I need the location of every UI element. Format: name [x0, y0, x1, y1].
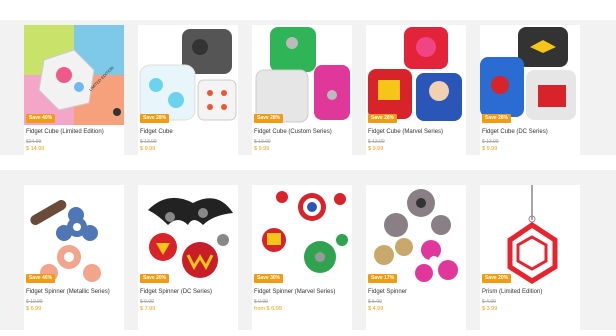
product-card-fidget-cube-marvel[interactable]: Save 28% Fidget Cube (Marvel Series) $ 1…: [366, 25, 466, 165]
sale-price: $ 7.99: [140, 306, 156, 312]
product-card-fidget-cube-custom[interactable]: Save 28% Fidget Cube (Custom Series) $ 1…: [252, 25, 352, 165]
discount-badge: Save 46%: [26, 274, 56, 283]
product-card-fidget-cube-limited[interactable]: LIMITED EDITION Save 40% Fidget Cube (Li…: [24, 25, 124, 165]
original-price: $ 13.99: [482, 139, 499, 145]
product-card-spinner-metallic[interactable]: Save 46% Fidget Spinner (Metallic Series…: [24, 185, 124, 330]
original-price: $ 9.99: [140, 299, 154, 305]
discount-badge: Save 28%: [368, 114, 398, 123]
discount-badge: Save 28%: [482, 114, 512, 123]
original-price: $24.99: [26, 139, 42, 145]
product-image: [252, 185, 352, 285]
product-card-spinner[interactable]: Save 17% Fidget Spinner $ 5.99 $ 4.99: [366, 185, 466, 330]
original-price: $ 9.99: [254, 299, 268, 305]
discount-badge: Save 20%: [482, 274, 512, 283]
product-image: [366, 185, 466, 285]
product-title[interactable]: Fidget Cube (Custom Series): [254, 129, 332, 135]
product-card-fidget-cube-dc[interactable]: Save 28% Fidget Cube (DC Series) $ 13.99…: [480, 25, 580, 165]
original-price: $ 13.99: [254, 139, 271, 145]
product-title[interactable]: Prism (Limited Edition): [482, 289, 542, 295]
original-price: $ 4.99: [482, 299, 496, 305]
discount-badge: Save 28%: [254, 114, 284, 123]
sale-price: $ 9.99: [140, 146, 156, 152]
product-image: [24, 185, 124, 285]
original-price: $ 5.99: [368, 299, 382, 305]
sale-price: $ 9.99: [482, 146, 498, 152]
discount-badge: Save 30%: [254, 274, 284, 283]
product-title[interactable]: Fidget Spinner (Marvel Series): [254, 289, 335, 295]
product-title[interactable]: Fidget Spinner (Metallic Series): [26, 289, 110, 295]
original-price: $ 13.99: [140, 139, 157, 145]
discount-badge: Save 20%: [140, 274, 170, 283]
product-image: LIMITED EDITION: [24, 25, 124, 125]
product-title[interactable]: Fidget Spinner (DC Series): [140, 289, 212, 295]
product-image: [366, 25, 466, 125]
discount-badge: Save 40%: [26, 114, 56, 123]
product-title[interactable]: Fidget Cube (Limited Edition): [26, 129, 104, 135]
product-title[interactable]: Fidget Cube (Marvel Series): [368, 129, 443, 135]
product-card-fidget-cube[interactable]: Save 28% Fidget Cube $ 13.99 $ 9.99: [138, 25, 238, 165]
original-price: $ 12.99: [26, 299, 43, 305]
product-card-spinner-dc[interactable]: Save 20% Fidget Spinner (DC Series) $ 9.…: [138, 185, 238, 330]
sale-price: $ 3.99: [482, 306, 498, 312]
discount-badge: Save 17%: [368, 274, 398, 283]
sale-price: $ 9.99: [254, 146, 270, 152]
product-card-spinner-marvel[interactable]: Save 30% Fidget Spinner (Marvel Series) …: [252, 185, 352, 330]
sale-price: $ 6.99: [26, 306, 42, 312]
sale-price: from $ 6.99: [254, 306, 282, 312]
sale-price: $ 9.99: [368, 146, 384, 152]
product-title[interactable]: Fidget Spinner: [368, 289, 407, 295]
discount-badge: Save 28%: [140, 114, 170, 123]
product-image: [138, 25, 238, 125]
product-title[interactable]: Fidget Cube (DC Series): [482, 129, 548, 135]
product-image: [252, 25, 352, 125]
sale-price: $ 4.99: [368, 306, 384, 312]
sale-price: $ 14.99: [26, 146, 45, 152]
product-image: [138, 185, 238, 285]
original-price: $ 13.99: [368, 139, 385, 145]
product-image: [480, 25, 580, 125]
product-title[interactable]: Fidget Cube: [140, 129, 173, 135]
product-card-prism[interactable]: Save 20% Prism (Limited Edition) $ 4.99 …: [480, 185, 580, 330]
product-image: [480, 185, 580, 285]
